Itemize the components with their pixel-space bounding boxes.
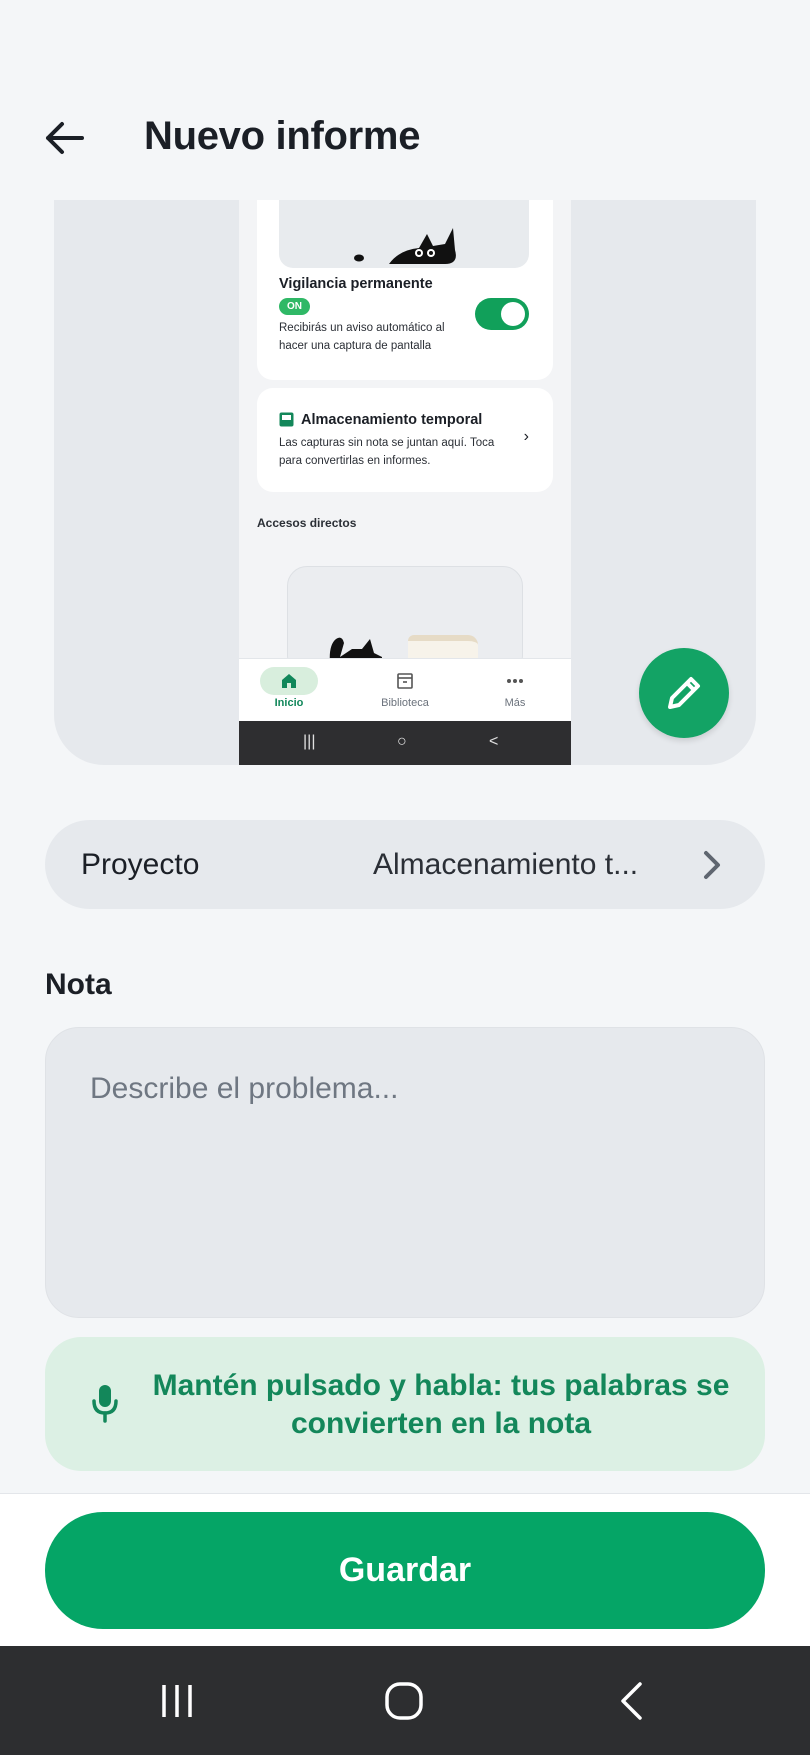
storage-title: Almacenamiento temporal	[301, 412, 483, 428]
recents-button[interactable]	[137, 1676, 217, 1726]
note-placeholder: Describe el problema...	[90, 1072, 399, 1105]
home-icon	[282, 674, 296, 688]
page-title: Nuevo informe	[144, 114, 421, 158]
vigilance-card: Vigilancia permanente ON Recibirás un av…	[257, 200, 553, 380]
back-button[interactable]	[36, 110, 92, 166]
project-selector[interactable]: Proyecto Almacenamiento t...	[45, 820, 765, 909]
home-circle-icon: ○	[397, 733, 407, 750]
note-label: Nota	[45, 968, 112, 1001]
project-label: Proyecto	[81, 848, 200, 881]
cat-illustration-box	[279, 200, 529, 268]
archive-icon	[397, 673, 413, 689]
arrow-left-icon	[46, 122, 84, 154]
cat-illustration	[354, 228, 456, 264]
bottom-action-bar: Guardar	[0, 1493, 810, 1646]
chevron-right-icon: ›	[523, 428, 529, 445]
mini-nav-inicio: Inicio	[249, 667, 329, 709]
captured-screenshot: Vigilancia permanente ON Recibirás un av…	[239, 200, 571, 765]
project-value: Almacenamiento t...	[373, 848, 639, 881]
home-button[interactable]	[364, 1676, 444, 1726]
recents-icon	[162, 1685, 192, 1717]
vigilance-toggle	[475, 298, 529, 330]
mini-system-nav: ||| ○ <	[239, 721, 571, 765]
microphone-icon	[92, 1385, 118, 1423]
app-header: Nuevo informe	[0, 0, 810, 200]
back-chevron-icon	[621, 1682, 642, 1720]
voice-input-button[interactable]: Mantén pulsado y habla: tus palabras se …	[45, 1337, 765, 1471]
shortcuts-label: Accesos directos	[257, 516, 357, 530]
system-back-button[interactable]	[591, 1676, 671, 1726]
recents-icon: |||	[303, 733, 316, 750]
pencil-icon	[668, 677, 700, 709]
mini-nav-biblioteca: Biblioteca	[365, 667, 445, 709]
storage-description: Las capturas sin nota se juntan aquí. To…	[279, 437, 495, 467]
system-navigation-bar	[0, 1646, 810, 1755]
back-chevron-icon: <	[489, 733, 499, 750]
save-button[interactable]: Guardar	[45, 1512, 765, 1629]
vigilance-description: Recibirás un aviso automático al hacer u…	[279, 322, 445, 352]
vigilance-title: Vigilancia permanente	[279, 276, 433, 292]
voice-hint-text: Mantén pulsado y habla: tus palabras se …	[152, 1369, 730, 1440]
note-textarea[interactable]: Describe el problema...	[45, 1027, 765, 1318]
on-badge: ON	[279, 298, 310, 315]
storage-card: Almacenamiento temporal Las capturas sin…	[257, 388, 553, 492]
mini-nav-mas: Más	[475, 667, 555, 709]
inbox-icon	[279, 412, 294, 427]
edit-screenshot-button[interactable]	[639, 648, 729, 738]
more-icon	[507, 679, 523, 683]
mini-bottom-nav: Inicio Biblioteca Más	[239, 658, 571, 721]
chevron-right-icon	[704, 851, 720, 879]
home-circle-icon	[385, 1682, 423, 1720]
